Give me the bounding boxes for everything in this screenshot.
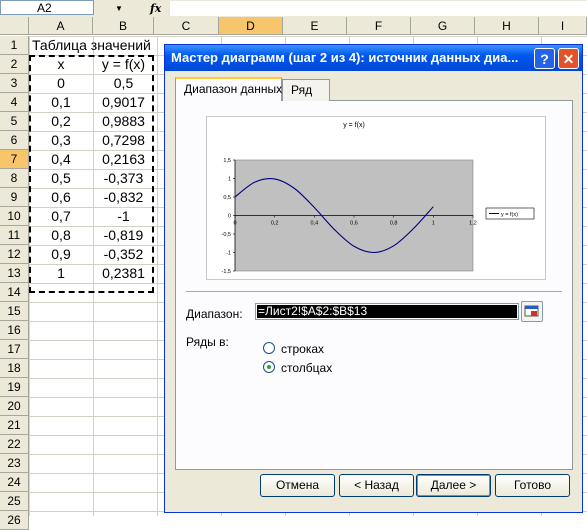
x-tick-label: 0,6 bbox=[350, 221, 358, 227]
tab-data-range[interactable]: Диапазон данных bbox=[175, 77, 282, 101]
chart-title: y = f(x) bbox=[343, 122, 365, 129]
row-header-8[interactable]: 8 bbox=[0, 169, 29, 188]
help-button[interactable]: ? bbox=[534, 48, 555, 69]
row-header-20[interactable]: 20 bbox=[0, 397, 29, 416]
x-tick-label: 0,8 bbox=[390, 221, 398, 227]
y-tick-label: 0 bbox=[228, 214, 231, 220]
range-input[interactable]: =Лист2!$A$2:$B$13 bbox=[255, 303, 519, 320]
column-header-d[interactable]: D bbox=[219, 17, 283, 35]
row-header-23[interactable]: 23 bbox=[0, 454, 29, 473]
row-header-11[interactable]: 11 bbox=[0, 226, 29, 245]
column-header-f[interactable]: F bbox=[347, 17, 411, 35]
chart-preview: y = f(x) 1,5 1 0,5 0 -0,5 -1 -1,5 0 0,2 0,4 0,6 0,8 1… bbox=[206, 116, 546, 280]
row-header-12[interactable]: 12 bbox=[0, 245, 29, 264]
chart-wizard-dialog: Мастер диаграмм (шаг 2 из 4): источник д… bbox=[164, 44, 583, 513]
next-button[interactable]: Далее > bbox=[416, 474, 491, 497]
column-header-g[interactable]: G bbox=[411, 17, 475, 35]
y-tick-label: 0,5 bbox=[223, 195, 231, 201]
row-header-9[interactable]: 9 bbox=[0, 188, 29, 207]
close-button[interactable]: ✕ bbox=[558, 48, 579, 69]
row-header-19[interactable]: 19 bbox=[0, 378, 29, 397]
select-all-corner[interactable] bbox=[0, 17, 29, 35]
chevron-down-icon[interactable]: ▼ bbox=[94, 0, 144, 17]
column-headers: ABCDEFGHI bbox=[0, 17, 587, 36]
column-header-h[interactable]: H bbox=[475, 17, 539, 35]
row-header-18[interactable]: 18 bbox=[0, 359, 29, 378]
x-tick-label: 0,2 bbox=[271, 221, 279, 227]
row-header-15[interactable]: 15 bbox=[0, 302, 29, 321]
radio-circle-selected[interactable] bbox=[263, 361, 275, 373]
row-header-17[interactable]: 17 bbox=[0, 340, 29, 359]
row-header-2[interactable]: 2 bbox=[0, 55, 29, 74]
row-header-24[interactable]: 24 bbox=[0, 473, 29, 492]
tab-series[interactable]: Ряд bbox=[282, 79, 330, 101]
y-tick-label: 1,5 bbox=[223, 158, 231, 164]
range-label: Диапазон: bbox=[186, 307, 243, 321]
x-tick-label: 0 bbox=[233, 221, 236, 227]
tab-panel: y = f(x) 1,5 1 0,5 0 -0,5 -1 -1,5 0 0,2 0,4 0,6 0,8 1… bbox=[175, 100, 573, 470]
row-header-21[interactable]: 21 bbox=[0, 416, 29, 435]
collapse-dialog-icon bbox=[524, 305, 539, 317]
function-icon[interactable]: fx bbox=[150, 0, 170, 17]
row-header-13[interactable]: 13 bbox=[0, 264, 29, 283]
range-value[interactable]: =Лист2!$A$2:$B$13 bbox=[257, 305, 517, 318]
row-header-10[interactable]: 10 bbox=[0, 207, 29, 226]
column-header-i[interactable]: I bbox=[539, 17, 587, 35]
y-tick-label: 1 bbox=[228, 177, 231, 183]
y-tick-label: -1,5 bbox=[222, 269, 231, 275]
row-header-4[interactable]: 4 bbox=[0, 93, 29, 112]
y-tick-label: -1 bbox=[226, 251, 231, 257]
row-header-6[interactable]: 6 bbox=[0, 131, 29, 150]
name-box[interactable]: A2 bbox=[0, 0, 94, 15]
row-header-14[interactable]: 14 bbox=[0, 283, 29, 302]
column-header-e[interactable]: E bbox=[283, 17, 347, 35]
chart-svg: y = f(x)1,510,50-0,5-1-1,50 0,2 0,4 0,6 0,8 1… bbox=[222, 122, 535, 275]
dialog-title[interactable]: Мастер диаграмм (шаг 2 из 4): источник д… bbox=[165, 45, 582, 71]
radio-circle[interactable] bbox=[263, 342, 275, 354]
legend-label: y = f(x) bbox=[501, 212, 518, 218]
table-title[interactable]: Таблица значений bbox=[32, 36, 151, 55]
cancel-button[interactable]: Отмена bbox=[260, 474, 335, 497]
column-header-b[interactable]: B bbox=[93, 17, 154, 35]
x-tick-label: 1 bbox=[432, 221, 435, 227]
formula-bar: A2 ▼ fx bbox=[0, 0, 587, 18]
column-header-a[interactable]: A bbox=[29, 17, 93, 35]
series-in-label: Ряды в: bbox=[186, 335, 229, 349]
row-header-7[interactable]: 7 bbox=[0, 150, 29, 169]
radio-label: строках bbox=[281, 342, 325, 356]
finish-button[interactable]: Готово bbox=[495, 474, 570, 497]
row-header-25[interactable]: 25 bbox=[0, 492, 29, 511]
row-header-16[interactable]: 16 bbox=[0, 321, 29, 340]
column-header-c[interactable]: C bbox=[154, 17, 219, 35]
row-header-22[interactable]: 22 bbox=[0, 435, 29, 454]
row-header-26[interactable]: 26 bbox=[0, 511, 29, 530]
radio-label: столбцах bbox=[281, 361, 333, 375]
row-header-3[interactable]: 3 bbox=[0, 74, 29, 93]
back-button[interactable]: < Назад bbox=[339, 474, 414, 497]
separator bbox=[186, 291, 562, 292]
row-header-5[interactable]: 5 bbox=[0, 112, 29, 131]
x-tick-label: 0,4 bbox=[311, 221, 319, 227]
copy-selection-border bbox=[29, 55, 154, 293]
range-picker-button[interactable] bbox=[521, 301, 543, 322]
y-tick-label: -0,5 bbox=[222, 232, 231, 238]
formula-input[interactable] bbox=[170, 1, 587, 16]
row-header-1[interactable]: 1 bbox=[0, 36, 29, 55]
x-tick-label: 1,2 bbox=[469, 221, 477, 227]
